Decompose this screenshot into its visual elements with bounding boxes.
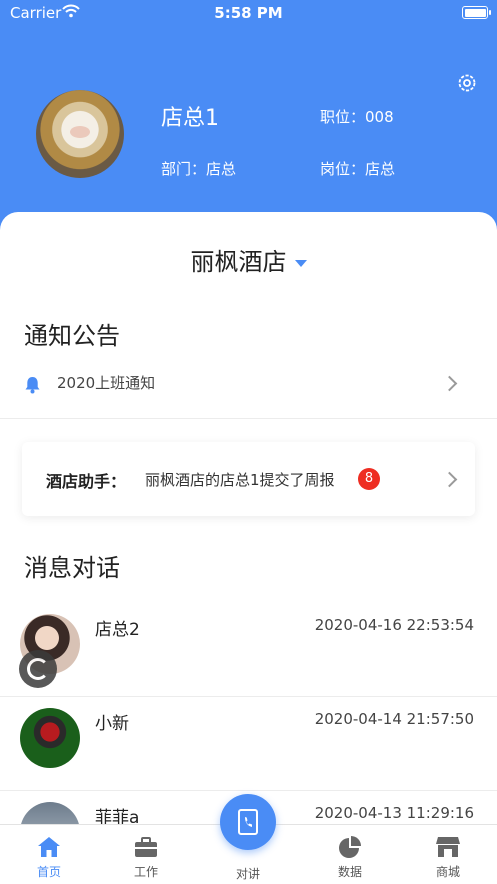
clock: 5:58 PM xyxy=(214,4,283,22)
briefcase-icon xyxy=(133,835,159,859)
user-department: 部门：店总 xyxy=(161,160,237,178)
main-card: 丽枫酒店 通知公告 2020上班通知 酒店助手： 丽枫酒店的店总1提交了周报 8… xyxy=(0,212,497,824)
contact-avatar xyxy=(20,802,80,824)
message-item[interactable]: 小新 2020-04-14 21:57:50 xyxy=(0,696,497,791)
tab-data[interactable]: 数据 xyxy=(310,825,390,884)
tab-label: 首页 xyxy=(36,865,61,879)
pie-chart-icon xyxy=(337,835,363,859)
user-post: 岗位：店总 xyxy=(320,160,396,178)
tab-label: 工作 xyxy=(133,865,158,879)
intercom-button[interactable] xyxy=(220,794,276,850)
chevron-right-icon xyxy=(441,375,458,392)
tab-home[interactable]: 首页 xyxy=(9,825,89,884)
home-icon xyxy=(36,835,62,859)
tab-store[interactable]: 商城 xyxy=(408,825,488,884)
contact-avatar xyxy=(20,708,80,768)
phone-book-icon xyxy=(238,809,258,835)
notices-title: 通知公告 xyxy=(24,322,120,350)
messages-title: 消息对话 xyxy=(24,554,120,582)
status-bar: Carrier 5:58 PM xyxy=(0,0,497,26)
caret-down-icon xyxy=(294,259,307,267)
gear-icon[interactable] xyxy=(456,72,478,94)
hotel-name: 丽枫酒店 xyxy=(190,248,287,276)
contact-name: 菲菲a xyxy=(95,808,140,824)
notice-text: 2020上班通知 xyxy=(57,374,156,392)
unread-badge: 8 xyxy=(358,468,380,490)
message-item[interactable]: 店总2 2020-04-16 22:53:54 xyxy=(0,602,497,697)
user-position: 职位：008 xyxy=(320,108,394,126)
contact-name: 店总2 xyxy=(95,620,140,640)
message-time: 2020-04-16 22:53:54 xyxy=(314,616,474,634)
bell-icon xyxy=(24,376,41,394)
hotel-assistant-card[interactable]: 酒店助手： 丽枫酒店的店总1提交了周报 8 xyxy=(22,442,475,516)
tab-work[interactable]: 工作 xyxy=(106,825,186,884)
assistant-message: 丽枫酒店的店总1提交了周报 xyxy=(145,471,335,489)
notice-item[interactable]: 2020上班通知 xyxy=(0,362,497,419)
profile-header: Carrier 5:58 PM 店总1 职位：008 部门：店总 岗位：店总 xyxy=(0,0,497,240)
user-name: 店总1 xyxy=(161,106,219,131)
battery-icon xyxy=(462,6,491,19)
contact-name: 小新 xyxy=(95,714,129,734)
refresh-icon[interactable] xyxy=(19,650,57,688)
store-icon xyxy=(435,835,461,859)
chevron-right-icon xyxy=(441,471,458,488)
tab-label: 商城 xyxy=(435,865,460,879)
message-time: 2020-04-13 11:29:16 xyxy=(314,804,474,822)
message-time: 2020-04-14 21:57:50 xyxy=(314,710,474,728)
assistant-label: 酒店助手： xyxy=(46,472,127,491)
user-avatar[interactable] xyxy=(36,90,124,178)
tab-label: 数据 xyxy=(337,865,362,879)
tab-intercom-label[interactable]: 对讲 xyxy=(208,865,288,882)
hotel-selector[interactable]: 丽枫酒店 xyxy=(0,242,497,277)
